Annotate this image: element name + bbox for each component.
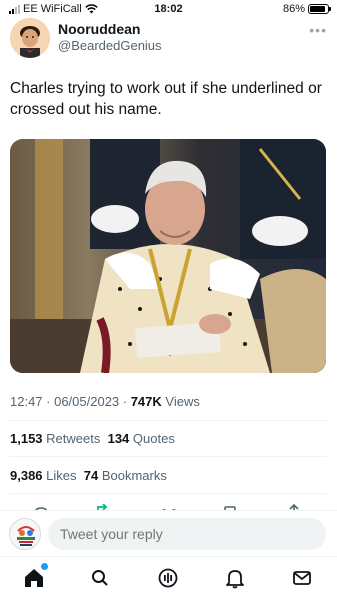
tab-messages[interactable] — [289, 565, 315, 591]
battery-icon — [308, 4, 331, 14]
quotes-count: 134 — [107, 431, 130, 446]
photo-image — [10, 139, 326, 373]
retweets-label: Retweets — [42, 431, 101, 446]
user-avatar[interactable] — [9, 518, 41, 550]
bookmarks-label: Bookmarks — [98, 468, 167, 483]
retweet-quote-stats: 1,153 Retweets 134 Quotes — [10, 431, 175, 446]
tweet-photo[interactable] — [10, 139, 326, 373]
messages-icon — [293, 571, 311, 585]
likes-stat[interactable]: 9,386 Likes — [10, 468, 77, 483]
bookmarks-count: 74 — [83, 468, 99, 483]
tab-notifications[interactable] — [222, 565, 248, 591]
likes-bookmarks-stats: 9,386 Likes 74 Bookmarks — [10, 468, 167, 483]
notifications-icon — [226, 570, 244, 589]
views-count: 747K — [130, 394, 162, 409]
author-handle[interactable]: @BeardedGenius — [58, 38, 162, 53]
spaces-icon — [158, 568, 178, 588]
author-name[interactable]: Nooruddean — [58, 21, 140, 37]
tweet-detail-screen: EE WiFiCall 18:02 86% Nooruddean @Bearde… — [0, 0, 337, 600]
search-icon — [92, 570, 108, 586]
quotes-label: Quotes — [129, 431, 175, 446]
tab-search[interactable] — [87, 565, 113, 591]
retweets-stat[interactable]: 1,153 Retweets — [10, 431, 100, 446]
status-bar: EE WiFiCall 18:02 86% — [0, 0, 337, 18]
divider — [10, 420, 326, 421]
battery-percent: 86% — [282, 3, 305, 15]
reply-bar — [0, 510, 337, 556]
notification-dot — [41, 563, 48, 570]
bottom-tab-bar — [0, 556, 337, 600]
tweet-meta: 12:47 · 06/05/2023 · 747K Views — [10, 394, 200, 409]
views-label: Views — [161, 394, 200, 409]
tab-spaces[interactable] — [155, 565, 181, 591]
more-options-icon[interactable]: ••• — [309, 22, 327, 38]
divider — [10, 493, 326, 494]
tweet-text: Charles trying to work out if she underl… — [10, 80, 322, 118]
bookmarks-stat[interactable]: 74 Bookmarks — [84, 468, 167, 483]
likes-count: 9,386 — [10, 468, 43, 483]
tab-home[interactable] — [21, 563, 48, 591]
divider — [10, 456, 326, 457]
battery-fill — [310, 6, 325, 12]
tweet-timestamp: 12:47 · 06/05/2023 · — [10, 394, 131, 409]
status-right: 86% — [282, 3, 331, 15]
user-avatar-image-icon — [10, 519, 40, 549]
likes-label: Likes — [42, 468, 77, 483]
reply-input[interactable] — [48, 518, 326, 550]
tweet-author: Nooruddean @BeardedGenius ••• — [10, 18, 327, 58]
avatar-image-icon — [10, 18, 50, 58]
retweets-count: 1,153 — [10, 431, 43, 446]
quotes-stat[interactable]: 134 Quotes — [108, 431, 175, 446]
author-avatar[interactable] — [10, 18, 50, 58]
